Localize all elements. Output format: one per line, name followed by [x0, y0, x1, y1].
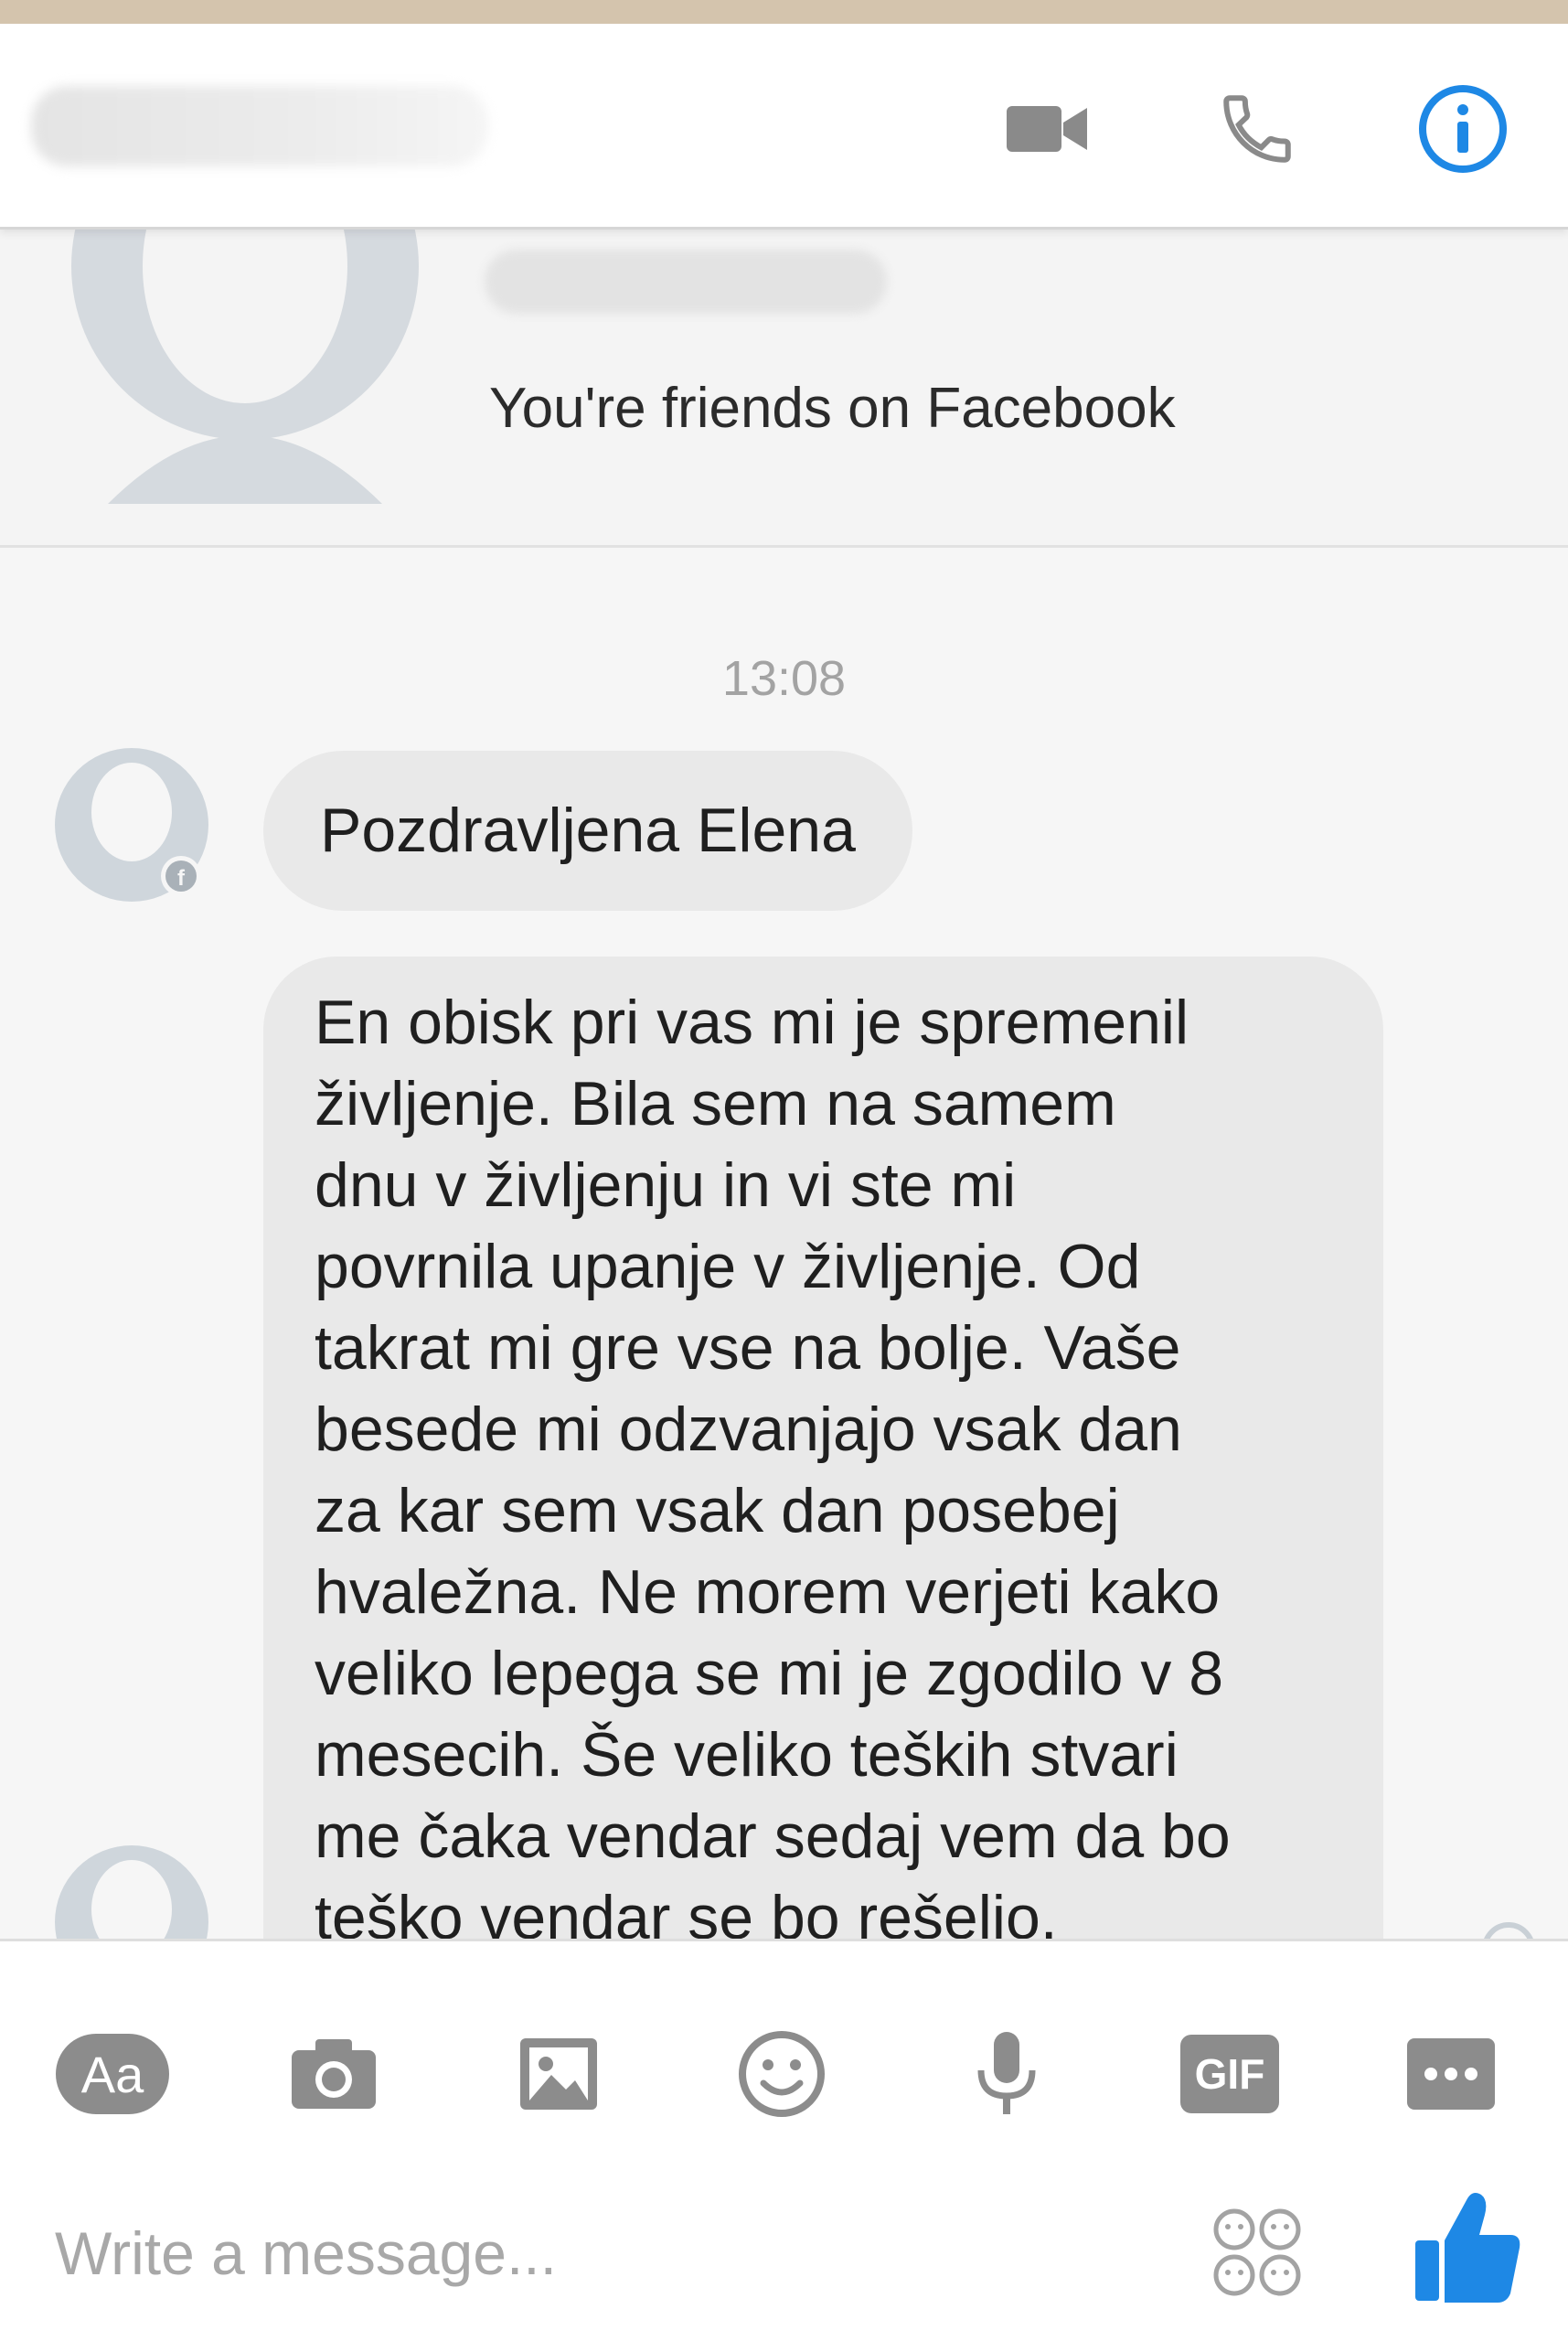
voice-call-button[interactable] — [1207, 79, 1307, 179]
camera-button[interactable] — [274, 2024, 393, 2124]
contact-name-blurred — [485, 250, 887, 314]
message-timestamp: 13:08 — [721, 651, 847, 706]
contact-profile-summary: You're friends on Facebook — [0, 230, 1568, 548]
video-camera-icon — [1007, 106, 1087, 152]
phone-icon — [1223, 95, 1291, 163]
video-call-button[interactable] — [997, 79, 1097, 179]
messenger-screen: You're friends on Facebook 13:08 f Pozdr… — [0, 24, 1568, 2341]
contact-name-blurred — [31, 86, 488, 166]
sender-avatar[interactable]: f — [53, 746, 210, 903]
emoji-button[interactable] — [722, 2024, 841, 2124]
info-icon — [1419, 85, 1507, 173]
conversation-info-button[interactable] — [1413, 79, 1513, 179]
conversation-header — [0, 24, 1568, 230]
default-avatar-icon: f — [55, 748, 208, 902]
gif-button[interactable]: GIF — [1170, 2024, 1289, 2124]
svg-text:f: f — [177, 866, 186, 891]
profile-avatar[interactable] — [71, 230, 419, 504]
gallery-button[interactable] — [499, 2024, 618, 2124]
friends-status-text: You're friends on Facebook — [489, 377, 1176, 440]
message-input[interactable] — [53, 2202, 1154, 2304]
camera-icon — [292, 2039, 376, 2109]
image-icon — [520, 2038, 597, 2110]
sticker-icon — [1213, 2208, 1301, 2296]
more-options-button[interactable] — [1392, 2024, 1510, 2124]
emoji-icon — [739, 2031, 825, 2117]
thumbs-up-icon — [1415, 2193, 1520, 2303]
message-bubble[interactable]: Pozdravljena Elena — [263, 751, 912, 911]
voice-message-button[interactable] — [947, 2024, 1066, 2124]
gif-icon: GIF — [1180, 2035, 1279, 2113]
text-format-button[interactable]: Aa — [53, 2024, 172, 2124]
stickers-button[interactable] — [1207, 2202, 1307, 2303]
like-button[interactable] — [1408, 2184, 1527, 2312]
default-avatar-icon — [71, 230, 419, 504]
message-composer: Aa GIF Write a message... — [0, 1939, 1568, 2341]
more-icon — [1407, 2038, 1495, 2110]
microphone-icon — [977, 2032, 1036, 2114]
message-bubble[interactable]: En obisk pri vas mi je spremenil življen… — [263, 957, 1383, 1962]
aa-icon: Aa — [56, 2034, 169, 2114]
